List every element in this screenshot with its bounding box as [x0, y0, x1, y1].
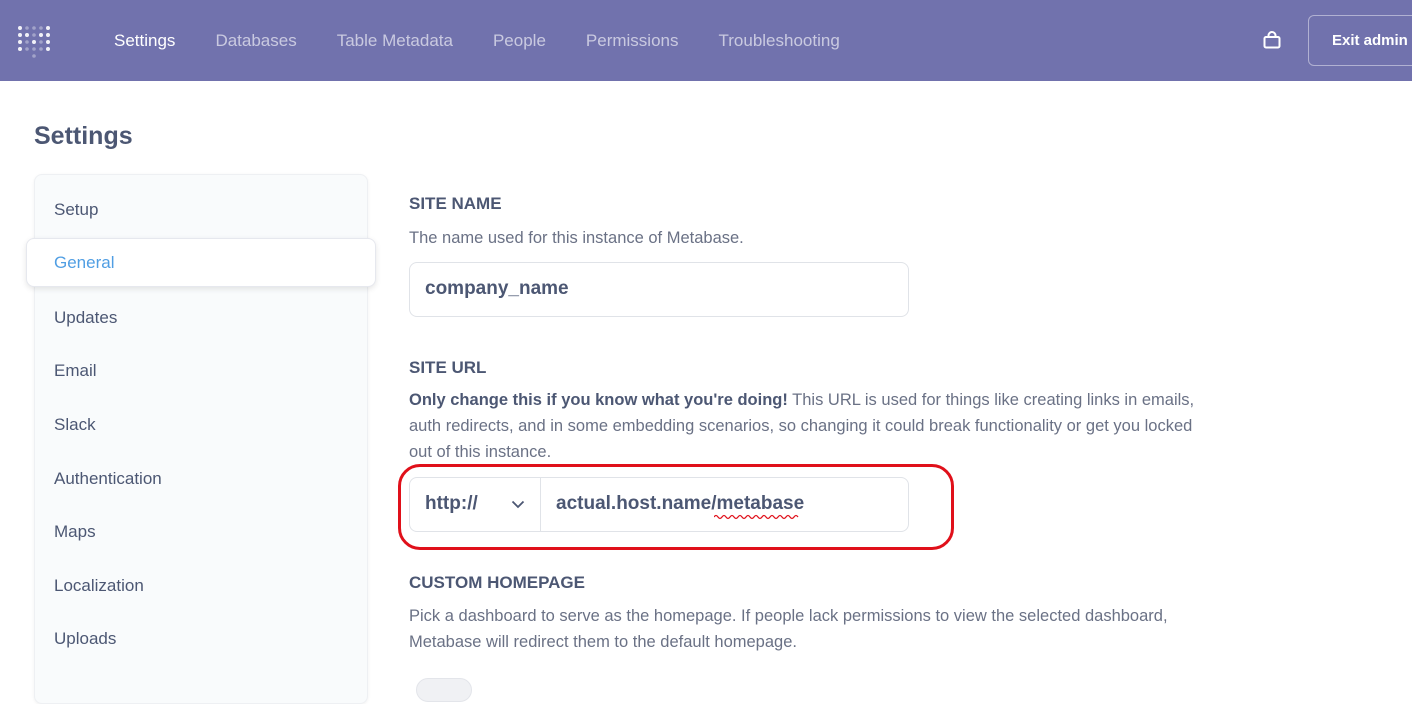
site-name-input[interactable]: company_name	[409, 262, 909, 317]
custom-homepage-label: CUSTOM HOMEPAGE	[409, 573, 585, 592]
site-url-warning: Only change this if you know what you're…	[409, 391, 788, 409]
nav-people[interactable]: People	[493, 31, 546, 51]
nav-troubleshooting[interactable]: Troubleshooting	[719, 31, 840, 51]
page-title: Settings	[34, 122, 133, 150]
sidebar-item-email[interactable]: Email	[54, 361, 97, 381]
sidebar-item-general[interactable]: General	[26, 238, 376, 287]
sidebar-item-updates[interactable]: Updates	[54, 308, 117, 328]
metabase-logo-icon[interactable]	[17, 24, 51, 60]
exit-admin-button[interactable]: Exit admin	[1308, 15, 1412, 66]
sidebar-item-localization[interactable]: Localization	[54, 576, 144, 596]
shopping-bag-icon[interactable]	[1262, 30, 1282, 50]
sidebar-item-slack[interactable]: Slack	[54, 415, 96, 435]
custom-homepage-toggle[interactable]	[416, 678, 472, 702]
nav-databases[interactable]: Databases	[215, 31, 296, 51]
sidebar-item-setup[interactable]: Setup	[54, 200, 98, 220]
sidebar-item-maps[interactable]: Maps	[54, 522, 96, 542]
site-url-description: Only change this if you know what you're…	[409, 387, 1199, 465]
site-name-label: SITE NAME	[409, 194, 502, 213]
sidebar-item-uploads[interactable]: Uploads	[54, 629, 116, 649]
site-url-label: SITE URL	[409, 358, 487, 377]
admin-nav: Settings Databases Table Metadata People…	[114, 0, 880, 81]
nav-table-metadata[interactable]: Table Metadata	[337, 31, 453, 51]
nav-settings[interactable]: Settings	[114, 31, 175, 51]
custom-homepage-description: Pick a dashboard to serve as the homepag…	[409, 607, 1168, 651]
site-name-description: The name used for this instance of Metab…	[409, 229, 744, 247]
sidebar-item-authentication[interactable]: Authentication	[54, 469, 162, 489]
sidebar-item-label: General	[54, 253, 115, 272]
annotation-highlight	[398, 464, 954, 550]
nav-permissions[interactable]: Permissions	[586, 31, 679, 51]
admin-top-bar: Settings Databases Table Metadata People…	[0, 0, 1412, 81]
